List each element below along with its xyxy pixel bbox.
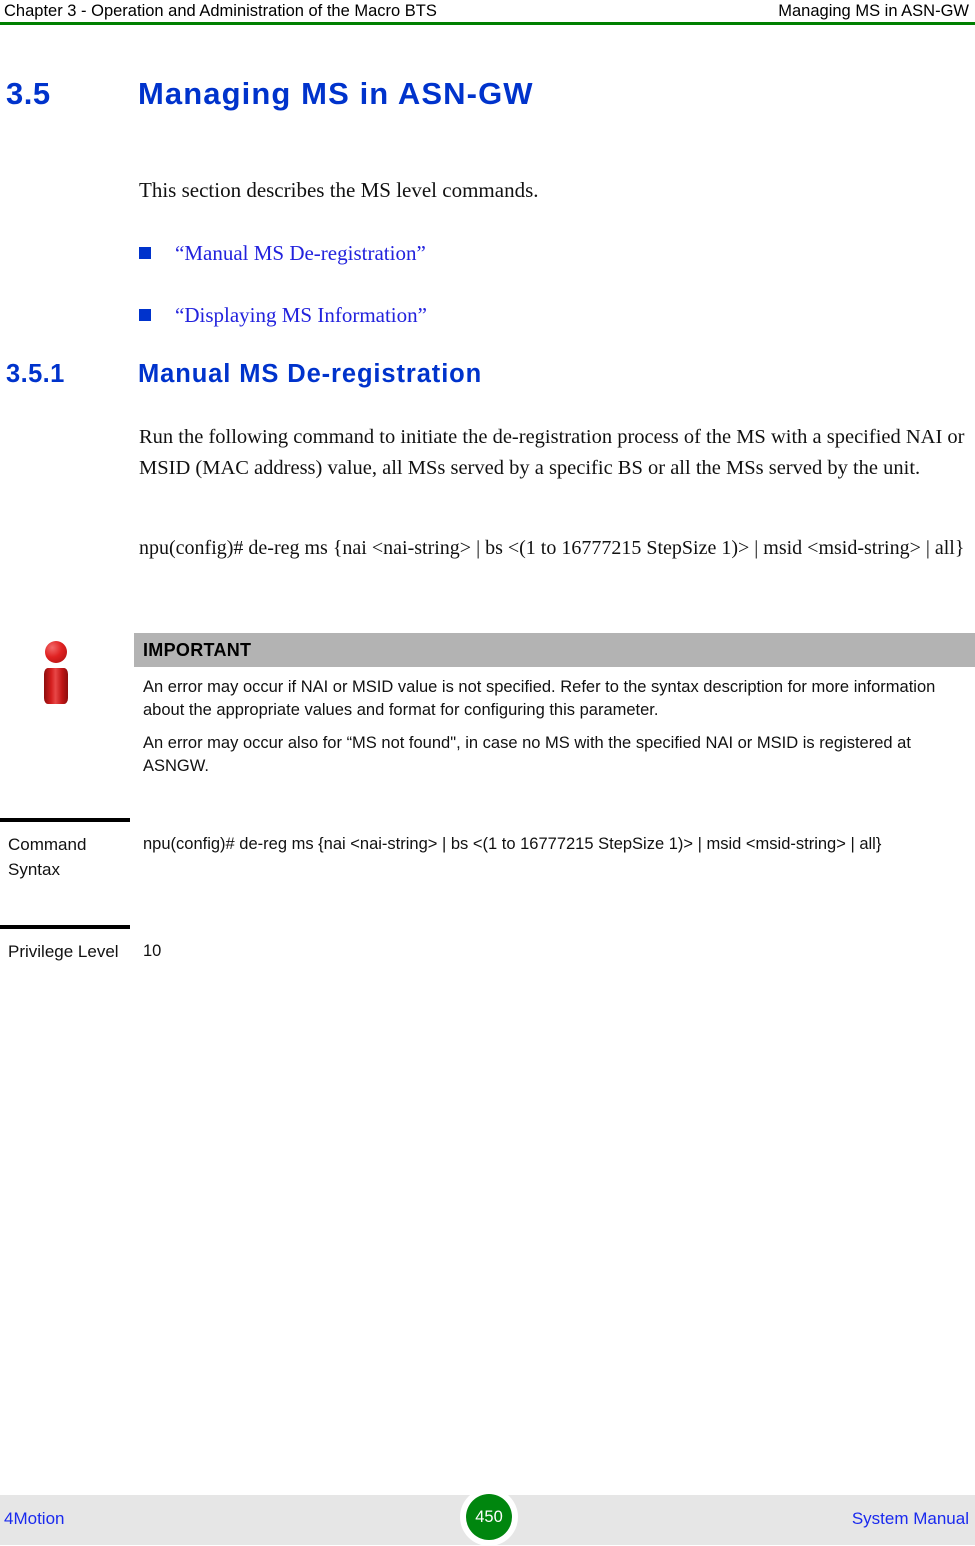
- section-number: 3.5: [6, 76, 51, 111]
- footer-product-name: 4Motion: [4, 1509, 65, 1528]
- cross-reference-link-label[interactable]: “Manual MS De-registration”: [175, 238, 426, 268]
- table-row: Command Syntax npu(config)# de-reg ms {n…: [0, 818, 975, 914]
- info-icon-stem: [44, 668, 68, 704]
- header-chapter-title: Chapter 3 - Operation and Administration…: [4, 2, 437, 20]
- note-paragraph-1: An error may occur if NAI or MSID value …: [143, 678, 936, 719]
- subsection-heading: 3.5.1 Manual MS De-registration: [0, 358, 975, 392]
- cross-reference-link-1[interactable]: “Manual MS De-registration”: [139, 238, 839, 268]
- param-value: 10: [143, 942, 162, 960]
- section-title: Managing MS in ASN-GW: [138, 76, 534, 111]
- header-divider-rule: [0, 22, 975, 25]
- page-number-badge: 450: [460, 1488, 518, 1546]
- info-icon: [31, 628, 85, 706]
- param-label: Command Syntax: [8, 835, 87, 879]
- info-icon-dot: [45, 641, 67, 663]
- note-body: An error may occur if NAI or MSID value …: [143, 676, 975, 778]
- section-intro-paragraph: This section describes the MS level comm…: [139, 178, 539, 202]
- param-label: Privilege Level: [8, 942, 119, 961]
- cross-reference-link-label[interactable]: “Displaying MS Information”: [175, 300, 427, 330]
- cross-reference-link-2[interactable]: “Displaying MS Information”: [139, 300, 839, 330]
- command-syntax-paragraph: npu(config)# de-reg ms {nai <nai-string>…: [139, 537, 965, 559]
- note-title: IMPORTANT: [143, 640, 252, 660]
- subsection-number: 3.5.1: [6, 360, 65, 388]
- footer-document-title: System Manual: [851, 1509, 969, 1528]
- note-paragraph-2: An error may occur also for “MS not foun…: [143, 734, 911, 775]
- section-heading: 3.5 Managing MS in ASN-GW: [0, 74, 975, 116]
- table-row: Privilege Level 10: [0, 925, 975, 1021]
- subsection-body-paragraph: Run the following command to initiate th…: [139, 426, 965, 479]
- page-number: 450: [466, 1494, 512, 1540]
- note-banner: IMPORTANT: [134, 633, 975, 667]
- square-bullet-icon: [139, 309, 151, 321]
- header-section-title: Managing MS in ASN-GW: [778, 2, 969, 20]
- subsection-title: Manual MS De-registration: [138, 360, 483, 388]
- square-bullet-icon: [139, 247, 151, 259]
- param-value: npu(config)# de-reg ms {nai <nai-string>…: [143, 835, 882, 853]
- row-top-rule: [0, 818, 130, 822]
- row-top-rule: [0, 925, 130, 929]
